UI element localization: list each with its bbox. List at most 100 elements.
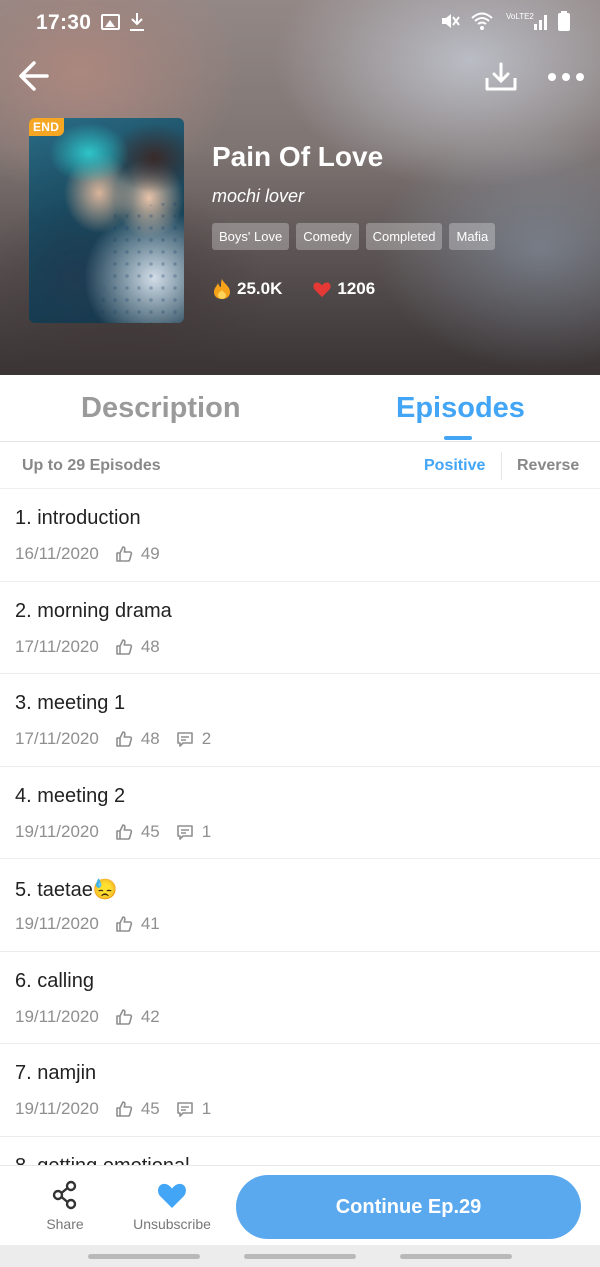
episode-item[interactable]: 7. namjin 19/11/2020 45 1 [0, 1044, 600, 1137]
end-badge: END [29, 118, 65, 136]
thumb-up-icon [116, 916, 132, 932]
thumb-up-icon [116, 1101, 132, 1117]
episode-likes-count: 48 [140, 729, 160, 748]
comic-title: Pain Of Love [212, 141, 384, 172]
episode-item[interactable]: 2. morning drama 17/11/2020 48 [0, 582, 600, 674]
status-time: 17:30 [36, 11, 92, 34]
heart-icon [313, 282, 331, 297]
comic-cover-image[interactable] [29, 118, 184, 323]
episode-date: 16/11/2020 [15, 544, 99, 563]
episode-title: 3. meeting 1 [15, 692, 126, 714]
episode-likes: 41 [115, 914, 160, 934]
genre-tags: Boys' Love Comedy Completed Mafia [212, 223, 496, 250]
tag-mafia[interactable]: Mafia [449, 223, 496, 250]
views-stat: 25.0K [212, 278, 282, 300]
gallery-icon [101, 14, 120, 30]
likes-count: 1206 [337, 279, 376, 298]
episode-meta: 17/11/2020 48 [15, 637, 176, 657]
episode-meta: 19/11/2020 41 [15, 914, 176, 934]
comment-icon [176, 732, 193, 747]
episode-item[interactable]: 6. calling 19/11/2020 42 [0, 952, 600, 1044]
episode-likes: 48 [115, 637, 160, 657]
comment-icon [176, 824, 193, 840]
thumb-up-icon [116, 1008, 132, 1025]
episode-list[interactable]: 1. introduction 16/11/2020 49 2. morning… [0, 489, 600, 1165]
episode-meta: 19/11/2020 45 1 [15, 822, 227, 842]
episode-item[interactable]: 4. meeting 2 19/11/2020 45 1 [0, 767, 600, 859]
thumb-up-icon [116, 823, 132, 840]
sort-divider [501, 452, 502, 480]
episode-likes: 42 [115, 1007, 160, 1027]
home-button[interactable] [244, 1254, 356, 1259]
episode-meta: 19/11/2020 42 [15, 1007, 176, 1027]
episode-item[interactable]: 1. introduction 16/11/2020 49 [0, 489, 600, 582]
episode-title: 6. calling [15, 969, 94, 992]
episode-title: 1. introduction [15, 507, 141, 529]
episode-meta: 19/11/2020 45 1 [15, 1099, 227, 1119]
download-icon[interactable] [482, 58, 520, 96]
episode-list-header: Up to 29 Episodes Positive Reverse [0, 442, 600, 489]
episode-title: 7. namjin [15, 1062, 97, 1084]
content-tabs: Description Episodes [0, 375, 600, 442]
svg-text:VoLTE2: VoLTE2 [506, 12, 534, 21]
episode-likes-count: 49 [140, 544, 160, 563]
episode-likes-count: 42 [140, 1006, 160, 1026]
episode-item[interactable]: 3. meeting 1 17/11/2020 48 2 [0, 674, 600, 767]
episode-comments-count: 1 [201, 1099, 212, 1118]
sort-reverse-button[interactable]: Reverse [517, 457, 579, 475]
episode-date: 17/11/2020 [15, 636, 99, 656]
share-icon [52, 1180, 77, 1210]
continue-reading-button[interactable]: Continue Ep.29 [236, 1175, 581, 1239]
episode-title: 2. morning drama [15, 599, 172, 622]
episode-date: 19/11/2020 [15, 1006, 99, 1026]
likes-stat: 1206 [312, 279, 375, 299]
lte-signal-icon: VoLTE2 [506, 12, 547, 30]
episode-count: Up to 29 Episodes [22, 457, 161, 474]
fire-icon [214, 279, 230, 299]
tag-boys-love[interactable]: Boys' Love [212, 223, 290, 250]
download-status-icon [130, 13, 144, 31]
bottom-action-bar: Share Unsubscribe Continue Ep.29 [0, 1165, 600, 1245]
episode-likes-count: 48 [140, 636, 160, 656]
comic-stats: 25.0K 1206 [212, 278, 405, 300]
thumb-up-icon [116, 546, 132, 562]
tag-comedy[interactable]: Comedy [296, 223, 359, 250]
top-navigation [0, 52, 600, 102]
episode-comments-count: 2 [201, 729, 212, 748]
episode-likes: 45 [115, 822, 160, 842]
heart-icon [158, 1183, 186, 1208]
episode-comments: 2 [176, 729, 211, 749]
thumb-up-icon [116, 731, 132, 747]
episode-date: 19/11/2020 [15, 821, 99, 841]
share-label: Share [46, 1216, 84, 1232]
back-arrow-icon[interactable] [14, 56, 54, 96]
episode-item[interactable]: 5. taetae😓 19/11/2020 41 [0, 859, 600, 952]
unsubscribe-button[interactable]: Unsubscribe [122, 1178, 222, 1238]
episode-likes: 49 [115, 544, 160, 564]
episode-meta: 16/11/2020 49 [15, 544, 176, 564]
more-icon[interactable] [544, 60, 588, 94]
comic-author[interactable]: mochi lover [212, 186, 304, 207]
tab-episodes[interactable]: Episodes [396, 392, 525, 425]
episode-likes-count: 41 [140, 914, 160, 933]
sort-positive-button[interactable]: Positive [424, 457, 485, 475]
episode-date: 17/11/2020 [15, 729, 99, 748]
system-back-button[interactable] [400, 1254, 512, 1259]
thumb-up-icon [116, 638, 132, 655]
episode-likes-count: 45 [140, 1099, 160, 1118]
share-button[interactable]: Share [30, 1178, 100, 1238]
episode-comments-count: 1 [201, 821, 212, 841]
episode-comments: 1 [176, 1099, 211, 1119]
comment-icon [176, 1102, 193, 1117]
episode-likes: 48 [115, 729, 160, 749]
battery-icon [558, 11, 570, 31]
episode-item[interactable]: 8. getting emotional [0, 1137, 600, 1166]
tag-completed[interactable]: Completed [365, 223, 443, 250]
episode-likes: 45 [115, 1099, 160, 1119]
views-count: 25.0K [237, 279, 283, 298]
episode-title: 8. getting emotional [15, 1155, 190, 1166]
recent-apps-button[interactable] [88, 1254, 200, 1259]
wifi-icon [471, 12, 493, 30]
tab-description[interactable]: Description [81, 392, 241, 425]
episode-comments: 1 [176, 822, 211, 842]
